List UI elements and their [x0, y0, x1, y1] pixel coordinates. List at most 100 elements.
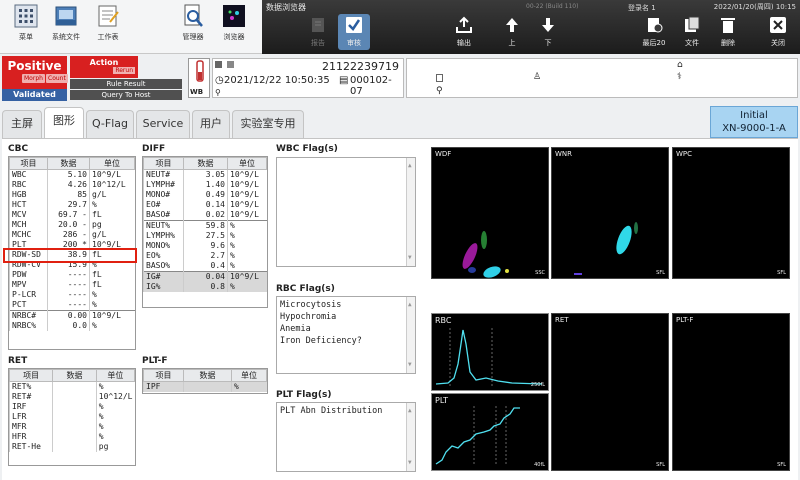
- param-name: WBC: [9, 169, 48, 180]
- explorer-icon: [222, 4, 246, 28]
- close-button[interactable]: 关闭: [762, 14, 794, 50]
- col-item: 项目: [9, 157, 48, 170]
- manager-button[interactable]: 管理器: [173, 4, 213, 42]
- wpc-label: WPC: [676, 150, 693, 158]
- table-row[interactable]: IPF%: [143, 381, 267, 392]
- table-row[interactable]: RET-He pg: [8, 442, 135, 452]
- table-row[interactable]: PCT ---- %: [9, 300, 135, 311]
- tab-qflag[interactable]: Q-Flag: [86, 110, 134, 138]
- table-row[interactable]: MCV 69.7 - fL: [9, 210, 135, 220]
- menu-button[interactable]: 菜单: [6, 4, 46, 42]
- file-button[interactable]: 文件: [676, 14, 708, 50]
- wbc-flags-scrollbar[interactable]: ▲ ▼: [406, 158, 415, 266]
- main-toolbar: 菜单 系统文件 工作表 管理器 浏览器: [0, 0, 262, 54]
- col-data: 数据: [183, 369, 232, 382]
- worksheet-icon: [96, 4, 120, 28]
- table-row[interactable]: IG# 0.04 10^9/L: [143, 271, 267, 282]
- tab-user[interactable]: 用户: [192, 110, 230, 138]
- report-button[interactable]: 报告: [302, 14, 334, 50]
- worksheet-button[interactable]: 工作表: [88, 4, 128, 42]
- param-value: [183, 381, 232, 392]
- tab-graph[interactable]: 图形: [44, 107, 84, 139]
- table-row[interactable]: BASO# 0.02 10^9/L: [143, 210, 267, 221]
- rerun-button[interactable]: Rerun: [113, 67, 135, 74]
- plt-flags-scrollbar[interactable]: ▲ ▼: [406, 403, 415, 471]
- previous-button[interactable]: 上: [496, 14, 528, 50]
- export-label: 输出: [457, 39, 471, 47]
- table-row[interactable]: RBC 4.26 10^12/L: [9, 180, 135, 190]
- tab-service[interactable]: Service: [136, 110, 190, 138]
- report-label: 报告: [311, 39, 325, 47]
- wpc-axis-label: SFL: [777, 270, 786, 276]
- table-row[interactable]: IG% 0.8%: [143, 282, 267, 292]
- param-unit: fL: [89, 210, 135, 220]
- wb-label: WB: [190, 88, 204, 96]
- table-row[interactable]: P-LCR ---- %: [9, 290, 135, 300]
- param-value: 27.5: [183, 231, 228, 241]
- menu-grid-icon: [14, 4, 38, 28]
- table-row[interactable]: HGB 85 g/L: [9, 190, 135, 200]
- table-row[interactable]: MCH 20.0 - pg: [9, 220, 135, 230]
- sample-datetime: 2021/12/22 10:50:35: [224, 75, 330, 86]
- table-row[interactable]: MONO# 0.49 10^9/L: [143, 190, 267, 200]
- export-button[interactable]: 输出: [448, 14, 480, 50]
- rbc-flags-scrollbar[interactable]: ▲ ▼: [406, 297, 415, 373]
- table-row[interactable]: RET# 10^12/L: [8, 392, 135, 402]
- barcode-icon: [227, 61, 234, 68]
- table-row[interactable]: EO# 0.14 10^9/L: [143, 200, 267, 210]
- param-name: EO%: [143, 251, 184, 261]
- explorer-button[interactable]: 浏览器: [214, 4, 254, 42]
- system-files-button[interactable]: 系统文件: [46, 4, 86, 42]
- table-row[interactable]: LFR%: [8, 412, 135, 422]
- param-value: 4.26: [47, 180, 90, 190]
- param-name: IRF: [8, 402, 53, 412]
- param-value: 20.0 -: [47, 220, 90, 230]
- export-icon: [455, 16, 473, 34]
- action-status: Action Rerun: [70, 56, 138, 78]
- table-row[interactable]: MPV ---- fL: [9, 280, 135, 290]
- table-row[interactable]: NEUT% 59.8%: [143, 220, 267, 231]
- table-row[interactable]: LYMPH# 1.40 10^9/L: [143, 180, 267, 190]
- query-host-button[interactable]: Query To Host: [70, 90, 182, 100]
- rbc-hist-axis: 250fL: [530, 382, 545, 388]
- tab-lab-only[interactable]: 实验室专用: [232, 110, 304, 138]
- delete-button[interactable]: 删除: [712, 14, 744, 50]
- param-unit: g/L: [89, 190, 135, 200]
- table-row[interactable]: IRF%: [8, 402, 135, 412]
- param-value: [52, 392, 97, 402]
- next-button[interactable]: 下: [532, 14, 564, 50]
- table-row[interactable]: HCT 29.7 %: [9, 200, 135, 210]
- validate-button[interactable]: 审核: [338, 14, 370, 50]
- param-unit: %: [227, 220, 267, 231]
- param-name: MCV: [9, 210, 48, 220]
- table-row[interactable]: NEUT# 3.05 10^9/L: [143, 169, 267, 180]
- last20-button[interactable]: 最后20: [638, 14, 670, 50]
- pltf-scattergram: PLT-F SFL: [672, 313, 790, 471]
- col-unit: 单位: [95, 369, 136, 382]
- table-row[interactable]: MFR%: [8, 422, 135, 432]
- table-row[interactable]: MCHC 286 - g/L: [9, 230, 135, 240]
- comment-icon: ⚲: [436, 86, 443, 96]
- param-unit: pg: [89, 220, 135, 230]
- tab-main[interactable]: 主屏: [2, 110, 42, 138]
- param-unit: 10^9/L: [227, 271, 267, 282]
- validate-label: 审核: [347, 39, 361, 47]
- param-name: NRBC#: [9, 310, 48, 321]
- table-row[interactable]: MONO% 9.6%: [143, 241, 267, 251]
- table-row[interactable]: NRBC# 0.00 10^9/L: [9, 310, 135, 321]
- param-name: MPV: [9, 280, 48, 290]
- table-row[interactable]: WBC 5.10 10^9/L: [9, 169, 135, 180]
- ret-scattergram: RET SFL: [551, 313, 669, 471]
- table-row[interactable]: BASO% 0.4%: [143, 261, 267, 272]
- table-row[interactable]: NRBC% 0.0 %: [9, 321, 135, 331]
- close-label: 关闭: [771, 39, 785, 47]
- table-row[interactable]: LYMPH% 27.5%: [143, 231, 267, 241]
- build-info: 00-22 (Build 110): [526, 3, 579, 10]
- table-row[interactable]: RET%%: [8, 381, 135, 392]
- rule-result-button[interactable]: Rule Result: [70, 79, 182, 89]
- data-browser-toolbar: 数据浏览器 00-22 (Build 110) 登录名 1 2022/01/20…: [262, 0, 800, 54]
- table-row[interactable]: EO% 2.7%: [143, 251, 267, 261]
- table-row[interactable]: HFR%: [8, 432, 135, 442]
- patient-id-icon: [436, 74, 443, 82]
- table-row[interactable]: PDW ---- fL: [9, 270, 135, 280]
